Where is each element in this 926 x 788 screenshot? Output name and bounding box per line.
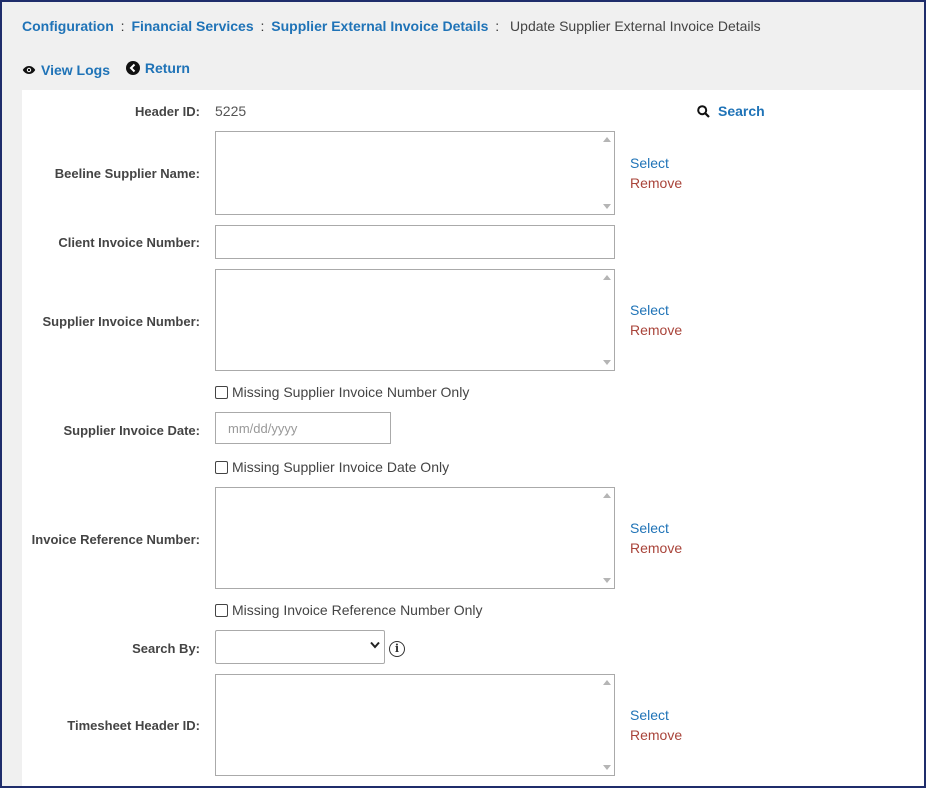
scrollbar[interactable]	[600, 132, 614, 214]
beeline-supplier-remove-link[interactable]: Remove	[630, 173, 682, 193]
header-id-label: Header ID:	[134, 104, 200, 119]
eye-icon	[22, 65, 36, 75]
supplier-invoice-number-label: Supplier Invoice Number:	[42, 314, 200, 329]
missing-supplier-invoice-date-row: Missing Supplier Invoice Date Only	[215, 459, 449, 475]
missing-invoice-reference-number-label: Missing Invoice Reference Number Only	[232, 602, 483, 618]
breadcrumb-separator: :	[120, 18, 125, 34]
form-panel: Header ID: 5225 Search Beeline Supplier …	[22, 90, 924, 786]
client-invoice-number-input[interactable]	[215, 225, 615, 259]
breadcrumb-configuration[interactable]: Configuration	[22, 18, 114, 34]
chevron-down-icon	[370, 641, 380, 649]
view-logs-link[interactable]: View Logs	[22, 62, 110, 78]
info-icon[interactable]: i	[389, 641, 405, 657]
scrollbar[interactable]	[600, 270, 614, 370]
header-id-value: 5225	[215, 103, 247, 119]
breadcrumb-current: Update Supplier External Invoice Details	[510, 18, 761, 34]
supplier-invoice-select-link[interactable]: Select	[630, 300, 682, 320]
invoice-reference-number-label: Invoice Reference Number:	[31, 532, 200, 547]
supplier-invoice-date-input[interactable]: mm/dd/yyyy	[215, 412, 391, 444]
timesheet-header-id-textarea[interactable]	[215, 674, 615, 776]
beeline-supplier-name-label: Beeline Supplier Name:	[54, 166, 200, 181]
beeline-supplier-select-link[interactable]: Select	[630, 153, 682, 173]
missing-supplier-invoice-number-row: Missing Supplier Invoice Number Only	[215, 384, 469, 400]
timesheet-header-id-label: Timesheet Header ID:	[67, 718, 200, 733]
page-actions: View Logs Return	[22, 60, 202, 78]
search-by-select[interactable]	[215, 630, 385, 664]
missing-invoice-reference-number-checkbox[interactable]	[215, 603, 228, 617]
missing-supplier-invoice-date-label: Missing Supplier Invoice Date Only	[232, 459, 450, 475]
breadcrumb-separator: :	[260, 18, 265, 34]
invoice-reference-number-links: Select Remove	[630, 518, 682, 558]
missing-supplier-invoice-number-checkbox[interactable]	[215, 385, 228, 399]
beeline-supplier-name-links: Select Remove	[630, 153, 682, 193]
view-logs-label: View Logs	[41, 62, 110, 78]
return-label: Return	[144, 60, 190, 76]
breadcrumb-separator: :	[495, 18, 500, 34]
breadcrumb-supplier-external-invoice-details[interactable]: Supplier External Invoice Details	[271, 18, 488, 34]
breadcrumb-financial-services[interactable]: Financial Services	[131, 18, 253, 34]
invoice-reference-number-textarea[interactable]	[215, 487, 615, 589]
supplier-invoice-number-links: Select Remove	[630, 300, 682, 340]
timesheet-header-remove-link[interactable]: Remove	[630, 725, 682, 745]
scrollbar[interactable]	[600, 675, 614, 775]
window-frame: Configuration : Financial Services : Sup…	[0, 0, 926, 788]
beeline-supplier-name-textarea[interactable]	[215, 131, 615, 215]
supplier-invoice-remove-link[interactable]: Remove	[630, 320, 682, 340]
search-link[interactable]: Search	[697, 103, 765, 119]
timesheet-header-id-links: Select Remove	[630, 705, 682, 745]
return-link[interactable]: Return	[125, 60, 190, 76]
supplier-invoice-date-label: Supplier Invoice Date:	[63, 423, 200, 438]
missing-invoice-reference-number-row: Missing Invoice Reference Number Only	[215, 602, 483, 618]
return-arrow-icon	[125, 61, 140, 75]
client-invoice-number-label: Client Invoice Number:	[58, 235, 200, 250]
search-by-label: Search By:	[132, 641, 200, 656]
invoice-reference-remove-link[interactable]: Remove	[630, 538, 682, 558]
scrollbar[interactable]	[600, 488, 614, 588]
breadcrumb: Configuration : Financial Services : Sup…	[22, 18, 761, 34]
search-icon	[697, 104, 710, 118]
timesheet-header-select-link[interactable]: Select	[630, 705, 682, 725]
invoice-reference-select-link[interactable]: Select	[630, 518, 682, 538]
missing-supplier-invoice-number-label: Missing Supplier Invoice Number Only	[232, 384, 470, 400]
supplier-invoice-number-textarea[interactable]	[215, 269, 615, 371]
missing-supplier-invoice-date-checkbox[interactable]	[215, 460, 228, 474]
search-label: Search	[718, 103, 765, 119]
